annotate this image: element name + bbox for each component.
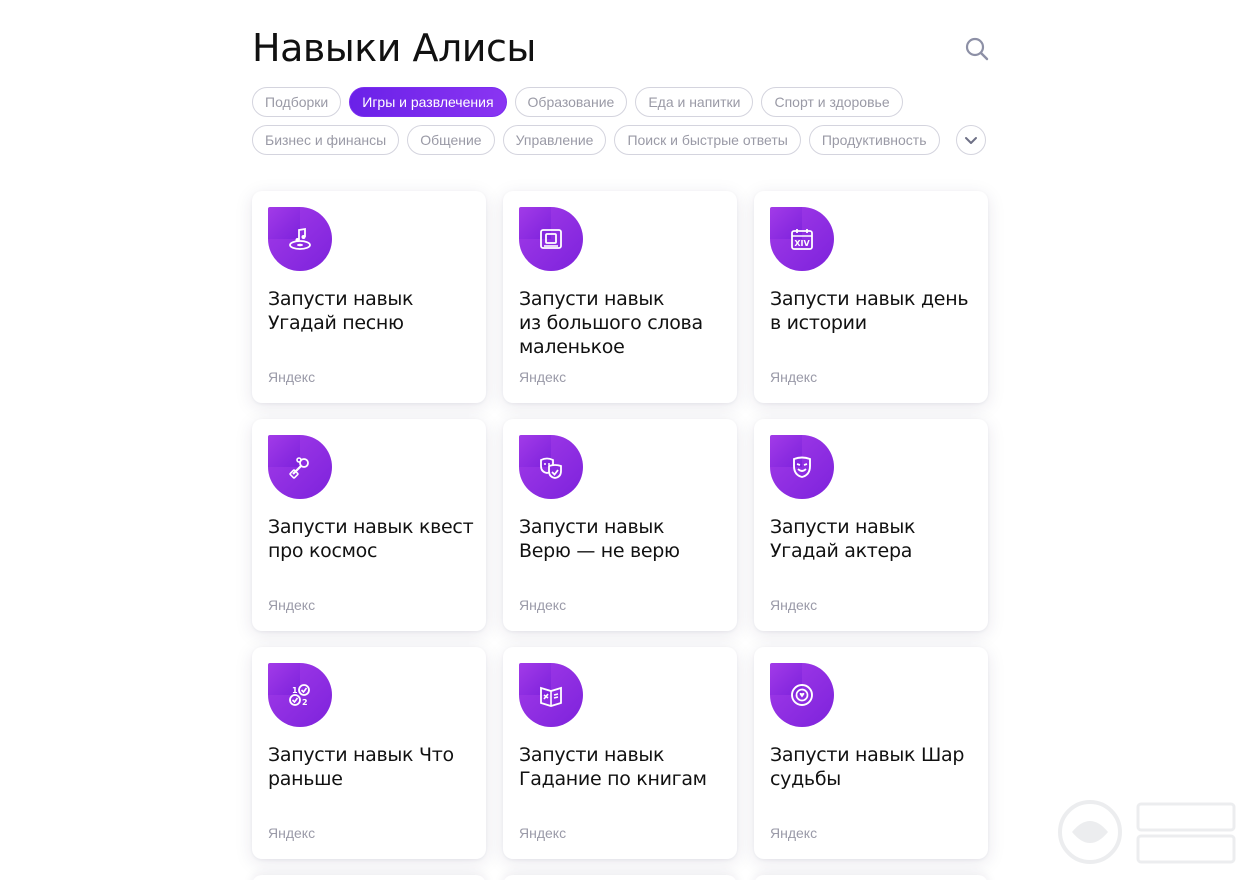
- skill-author: Яндекс: [268, 597, 316, 613]
- skill-author: Яндекс: [268, 369, 316, 385]
- category-chip[interactable]: Бизнес и финансы: [252, 125, 400, 155]
- skill-card[interactable]: 1 2 Запусти навык Что раньше Яндекс: [252, 647, 486, 859]
- skills-page: Навыки Алисы Подборки Игры и развлечения О…: [0, 0, 1242, 880]
- skill-card[interactable]: Запусти навык квест про космос Яндекс: [252, 419, 486, 631]
- search-icon: [965, 37, 989, 61]
- skill-card[interactable]: XIV Запусти навык день в истории Яндекс: [754, 191, 988, 403]
- svg-text:1: 1: [292, 686, 298, 695]
- order-check-icon: 12: [268, 663, 332, 727]
- category-chip[interactable]: Продуктивность: [808, 125, 940, 155]
- skill-title: Запусти навык Верю — не верю: [519, 516, 680, 562]
- skills-grid: Запусти навык Угадай песню Яндекс Запусти н…: [252, 191, 992, 859]
- skill-title: Запусти навык Шар судьбы: [770, 744, 965, 790]
- music-note-icon: [268, 207, 332, 271]
- category-chip[interactable]: Спорт и здоровье: [761, 87, 903, 117]
- skill-author: Яндекс: [519, 597, 567, 613]
- skill-title: Запусти навык из большого слова маленькое: [519, 288, 703, 358]
- category-chip[interactable]: Образование: [514, 87, 628, 117]
- skill-title: Запусти навык день в истории: [770, 288, 969, 334]
- skill-author: Яндекс: [519, 369, 567, 385]
- svg-text:2: 2: [302, 698, 308, 707]
- skill-card[interactable]: Запусти навык Угадай актера Яндекс: [754, 419, 988, 631]
- search-button[interactable]: [964, 36, 990, 62]
- skill-card[interactable]: Запусти навык Верю — не верю Яндекс: [503, 419, 737, 631]
- category-chip[interactable]: Поиск и быстрые ответы: [614, 125, 801, 155]
- page-title: Навыки Алисы: [252, 26, 536, 70]
- category-filters: Подборки Игры и развлечения Образование Еда…: [252, 87, 992, 163]
- category-row-2: Бизнес и финансы Общение Управление Поиск и…: [252, 125, 992, 155]
- mask-icon: [770, 435, 834, 499]
- skill-title: Запусти навык Гадание по книгам: [519, 744, 707, 790]
- theater-masks-icon: [519, 435, 583, 499]
- skill-author: Яндекс: [770, 597, 818, 613]
- skill-title: Запусти навык Что раньше: [268, 744, 454, 790]
- svg-text:XIV: XIV: [794, 239, 810, 248]
- skill-author: Яндекс: [268, 825, 316, 841]
- skill-title: Запусти навык Угадай песню: [268, 288, 414, 334]
- page-header: Навыки Алисы: [252, 22, 992, 74]
- category-chip[interactable]: Еда и напитки: [635, 87, 754, 117]
- skill-card-partial[interactable]: [503, 875, 737, 880]
- category-chip[interactable]: Игры и развлечения: [349, 87, 507, 117]
- chevron-down-icon: [964, 137, 977, 144]
- skill-card[interactable]: Запусти навык Угадай песню Яндекс: [252, 191, 486, 403]
- category-chip[interactable]: Общение: [407, 125, 495, 155]
- watermark-logo: [1058, 800, 1236, 864]
- skill-card[interactable]: Запусти навык Гадание по книгам Яндекс: [503, 647, 737, 859]
- skill-card-partial[interactable]: [252, 875, 486, 880]
- rocket-icon: [268, 435, 332, 499]
- skill-title: Запусти навык Угадай актера: [770, 516, 916, 562]
- skill-author: Яндекс: [770, 825, 818, 841]
- expand-categories-button[interactable]: [955, 125, 986, 155]
- skill-author: Яндекс: [770, 369, 818, 385]
- open-book-icon: [519, 663, 583, 727]
- skill-title: Запусти навык квест про космос: [268, 516, 474, 562]
- skill-card[interactable]: Запусти навык из большого слова маленькое Я…: [503, 191, 737, 403]
- skill-card-partial[interactable]: [754, 875, 988, 880]
- magic-ball-icon: [770, 663, 834, 727]
- category-chip[interactable]: Подборки: [252, 87, 342, 117]
- word-tile-icon: [519, 207, 583, 271]
- skill-card[interactable]: Запусти навык Шар судьбы Яндекс: [754, 647, 988, 859]
- calendar-icon: XIV: [770, 207, 834, 271]
- category-row-1: Подборки Игры и развлечения Образование Еда…: [252, 87, 992, 117]
- category-chip[interactable]: Управление: [502, 125, 607, 155]
- skill-author: Яндекс: [519, 825, 567, 841]
